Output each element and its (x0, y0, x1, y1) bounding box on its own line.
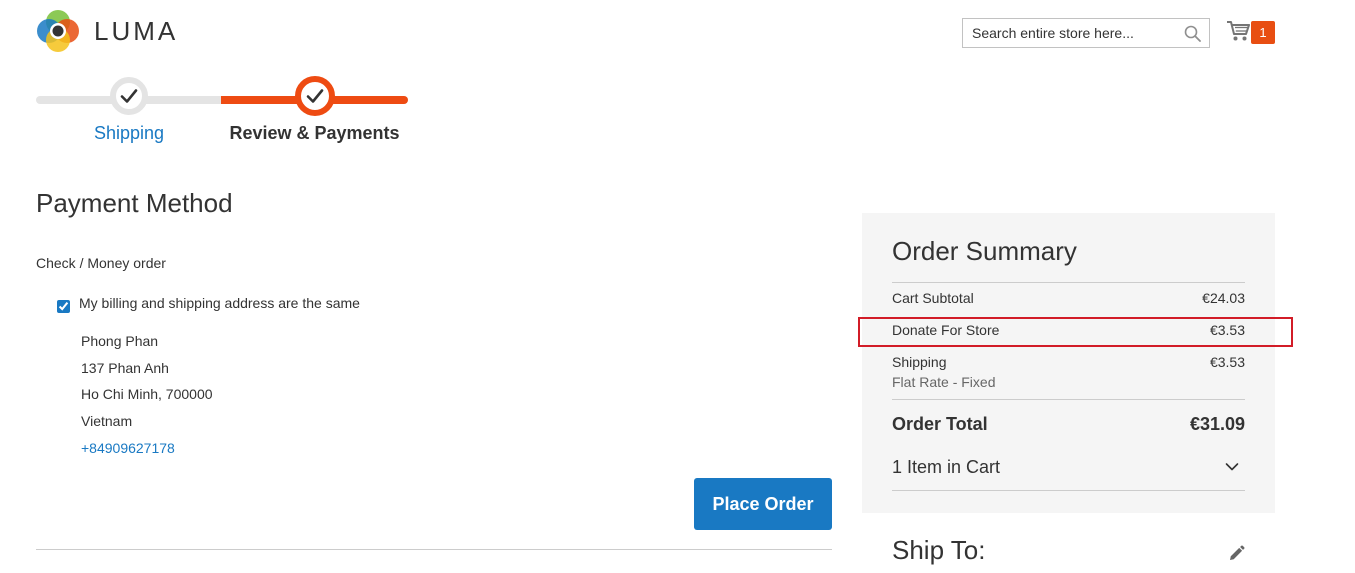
checkmark-icon (306, 89, 324, 103)
subtotal-amount: €24.03 (1202, 290, 1245, 306)
place-order-button[interactable]: Place Order (694, 478, 832, 530)
address-name: Phong Phan (81, 333, 159, 349)
checkmark-icon (120, 89, 138, 103)
step-shipping-link[interactable]: Shipping (36, 123, 222, 144)
donate-highlight-box (858, 317, 1293, 347)
summary-divider (892, 399, 1245, 400)
address-city: Ho Chi Minh, 700000 (81, 386, 213, 403)
step-review-marker (295, 76, 335, 116)
items-in-cart-label: 1 Item in Cart (892, 457, 1001, 477)
shipping-amount: €3.53 (1209, 354, 1245, 370)
order-summary-title: Order Summary (892, 236, 1077, 266)
billing-address: Phong Phan 137 Phan Anh Ho Chi Minh, 700… (81, 328, 213, 462)
shipping-method-text: Flat Rate - Fixed (892, 374, 996, 390)
chevron-down-icon (1225, 463, 1239, 471)
subtotal-label: Cart Subtotal (892, 290, 974, 306)
pencil-icon[interactable] (1227, 545, 1245, 563)
summary-divider (892, 490, 1245, 491)
address-street: 137 Phan Anh (81, 359, 169, 376)
order-total-row: Order Total €31.09 (892, 414, 1245, 435)
step-shipping-marker (110, 77, 148, 115)
order-total-label: Order Total (892, 414, 988, 434)
ship-to-title: Ship To: (892, 535, 986, 565)
search-icon[interactable] (1184, 25, 1201, 42)
payment-divider (36, 549, 832, 550)
address-country: Vietnam (81, 413, 133, 430)
step-review-label: Review & Payments (229, 123, 400, 143)
search-input[interactable] (963, 19, 1182, 47)
billing-same-label[interactable]: My billing and shipping address are the … (79, 295, 360, 311)
luma-logo-icon (37, 10, 79, 52)
shipping-label: Shipping (892, 354, 947, 370)
summary-row-subtotal: Cart Subtotal €24.03 (892, 290, 1245, 306)
payment-method-title: Payment Method (36, 188, 233, 218)
luma-logo[interactable]: LUMA (36, 8, 178, 54)
address-phone-link[interactable]: +84909627178 (81, 440, 175, 456)
summary-row-shipping: Shipping €3.53 (892, 354, 1245, 370)
cart-count-badge[interactable]: 1 (1251, 21, 1275, 44)
search-box (962, 18, 1210, 48)
items-in-cart-toggle[interactable]: 1 Item in Cart (892, 457, 1245, 481)
logo-text: LUMA (94, 15, 179, 46)
summary-divider (892, 282, 1245, 283)
order-total-amount: €31.09 (1189, 414, 1245, 434)
payment-method-label[interactable]: Check / Money order (36, 255, 166, 271)
billing-same-checkbox[interactable] (57, 300, 70, 313)
shopping-cart-icon[interactable] (1226, 20, 1250, 42)
